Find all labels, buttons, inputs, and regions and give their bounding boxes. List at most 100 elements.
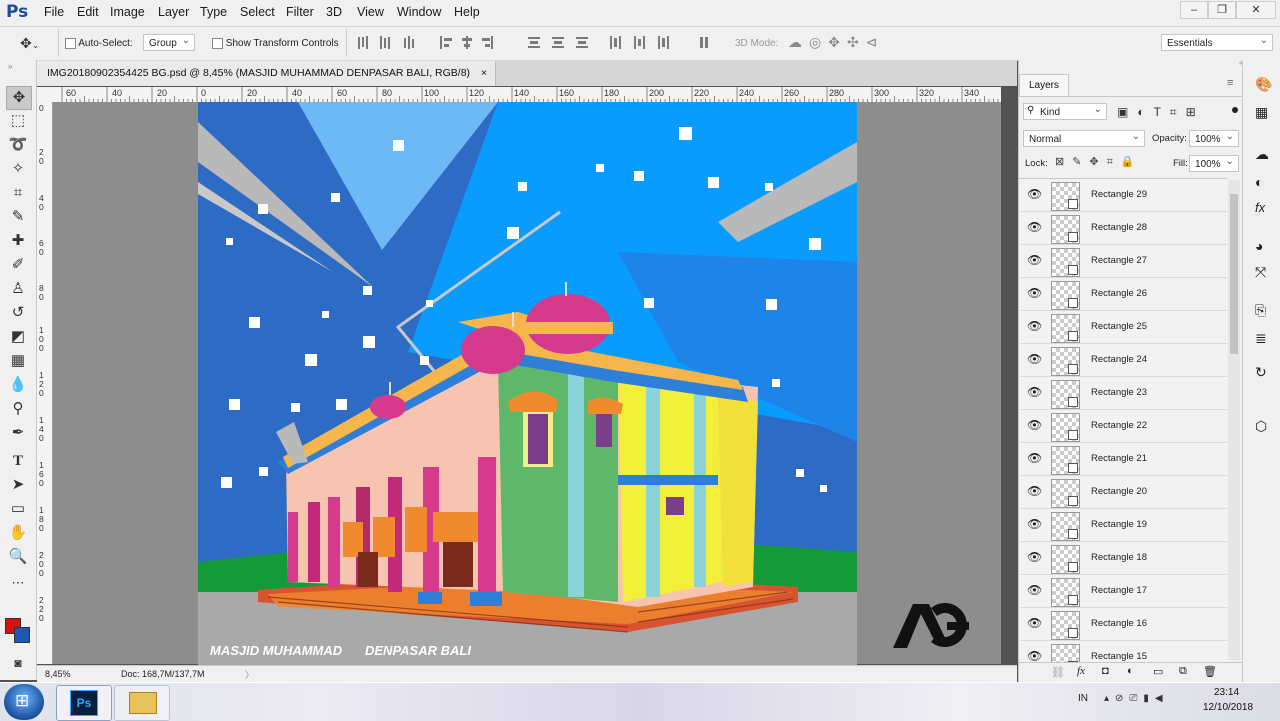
visibility-eye-icon[interactable]: 👁 — [1027, 484, 1042, 498]
lock-icons[interactable]: ⊠✎✥⌗🔒 — [1055, 155, 1143, 169]
layer-row[interactable]: 👁 Rectangle 16 — [1021, 608, 1227, 641]
background-color-swatch[interactable] — [14, 627, 30, 643]
layer-row[interactable]: 👁 Rectangle 29 — [1021, 179, 1227, 212]
layer-filter-icons[interactable]: ▣◐T⌗⊞ — [1117, 105, 1205, 120]
channels-icon[interactable]: ◕ — [1255, 238, 1263, 254]
mask-icon[interactable]: ◘ — [1102, 665, 1109, 677]
libraries-icon[interactable]: ☁ — [1255, 146, 1269, 163]
styles-icon[interactable]: fx — [1255, 200, 1265, 215]
folder-icon[interactable]: ▭ — [1153, 665, 1163, 678]
layers-tab[interactable]: Layers — [1019, 74, 1070, 97]
align-icons[interactable] — [358, 36, 718, 50]
layer-row[interactable]: 👁 Rectangle 18 — [1021, 542, 1227, 575]
opacity-input[interactable]: 100% — [1189, 128, 1239, 147]
brush-tool[interactable]: ✐ — [6, 254, 30, 276]
visibility-eye-icon[interactable]: 👁 — [1027, 451, 1042, 465]
tray-icons[interactable]: ▴⊘⎚▮◀ — [1104, 693, 1169, 704]
visibility-eye-icon[interactable]: 👁 — [1027, 550, 1042, 564]
trash-icon[interactable]: 🗑 — [1203, 665, 1217, 678]
eraser-tool[interactable]: ◩ — [6, 326, 30, 348]
path-selection-tool[interactable]: ➤ — [6, 474, 30, 496]
layer-row[interactable]: 👁 Rectangle 25 — [1021, 311, 1227, 344]
visibility-eye-icon[interactable]: 👁 — [1027, 286, 1042, 300]
crop-tool[interactable]: ⌗ — [6, 182, 30, 204]
color-icon[interactable]: 🎨 — [1255, 76, 1272, 93]
fill-input[interactable]: 100% — [1189, 153, 1239, 172]
visibility-eye-icon[interactable]: 👁 — [1027, 385, 1042, 399]
hand-tool[interactable]: ✋ — [6, 522, 30, 544]
collapse-icon[interactable]: » — [8, 62, 12, 71]
layer-filter-dropdown[interactable]: Kind — [1023, 101, 1107, 120]
clock-date[interactable]: 12/10/2018 — [1203, 702, 1253, 713]
workspace-dropdown[interactable]: Essentials — [1161, 32, 1273, 51]
taskbar-photoshop-button[interactable]: Ps — [56, 685, 112, 721]
visibility-eye-icon[interactable]: 👁 — [1027, 319, 1042, 333]
menu-select[interactable]: Select — [240, 5, 275, 19]
menu-image[interactable]: Image — [110, 5, 145, 19]
3d-icon[interactable]: ⬡ — [1255, 418, 1267, 435]
healing-brush-tool[interactable]: ✚ — [6, 230, 30, 252]
type-tool[interactable]: T — [6, 450, 30, 472]
document-tab[interactable]: IMG20180902354425 BG.psd @ 8,45% (MASJID… — [37, 61, 497, 86]
close-window-button[interactable]: ✕ — [1236, 1, 1276, 19]
panel-collapse-icon[interactable]: « — [1019, 60, 1247, 68]
swatches-icon[interactable]: ▦ — [1255, 104, 1268, 121]
status-menu-arrow-icon[interactable]: 〉 — [245, 668, 254, 681]
panel-menu-icon[interactable]: ≡ — [1227, 77, 1233, 89]
layer-row[interactable]: 👁 Rectangle 22 — [1021, 410, 1227, 443]
start-button[interactable]: ⊞ — [4, 684, 44, 720]
move-tool-icon[interactable]: ✥⌄ — [20, 35, 39, 52]
gradient-tool[interactable]: ▦ — [6, 350, 30, 372]
layer-row[interactable]: 👁 Rectangle 26 — [1021, 278, 1227, 311]
menu-file[interactable]: File — [44, 5, 64, 19]
paths-icon[interactable]: ⤧ — [1255, 264, 1266, 281]
show-transform-controls-checkbox[interactable]: Show Transform Controls — [212, 38, 339, 49]
visibility-eye-icon[interactable]: 👁 — [1027, 187, 1042, 201]
menu-filter[interactable]: Filter — [286, 5, 314, 19]
adjustments-icon[interactable]: ◐ — [1255, 174, 1263, 190]
menu-layer[interactable]: Layer — [158, 5, 189, 19]
visibility-eye-icon[interactable]: 👁 — [1027, 517, 1042, 531]
restore-button[interactable]: ❐ — [1208, 1, 1236, 19]
menu-window[interactable]: Window — [397, 5, 441, 19]
lasso-tool[interactable]: ➰ — [6, 134, 30, 156]
visibility-eye-icon[interactable]: 👁 — [1027, 649, 1042, 663]
menu-edit[interactable]: Edit — [77, 5, 99, 19]
visibility-eye-icon[interactable]: 👁 — [1027, 352, 1042, 366]
pen-tool[interactable]: ✒ — [6, 422, 30, 444]
link-icon[interactable]: ⛓ — [1051, 666, 1065, 679]
minimize-button[interactable]: – — [1180, 1, 1208, 19]
layer-row[interactable]: 👁 Rectangle 28 — [1021, 212, 1227, 245]
input-language[interactable]: IN — [1078, 693, 1088, 704]
magic-wand-tool[interactable]: ✧ — [6, 158, 30, 180]
close-tab-icon[interactable]: × — [481, 67, 487, 79]
auto-select-checkbox[interactable]: Auto-Select: — [65, 38, 133, 49]
layer-row[interactable]: 👁 Rectangle 23 — [1021, 377, 1227, 410]
layer-row[interactable]: 👁 Rectangle 17 — [1021, 575, 1227, 608]
dodge-tool[interactable]: ⚲ — [6, 398, 30, 420]
visibility-eye-icon[interactable]: 👁 — [1027, 583, 1042, 597]
layer-row[interactable]: 👁 Rectangle 21 — [1021, 443, 1227, 476]
marquee-tool[interactable]: ⬚ — [6, 110, 30, 132]
menu-type[interactable]: Type — [200, 5, 227, 19]
adjustment-icon[interactable]: ◐ — [1127, 665, 1134, 677]
layers-scrollbar[interactable] — [1228, 180, 1240, 660]
rectangle-tool[interactable]: ▭ — [6, 498, 30, 520]
layer-row[interactable]: 👁 Rectangle 27 — [1021, 245, 1227, 278]
clock-time[interactable]: 23:14 — [1214, 687, 1239, 698]
menu-3d[interactable]: 3D — [326, 5, 342, 19]
layer-row[interactable]: 👁 Rectangle 24 — [1021, 344, 1227, 377]
eyedropper-tool[interactable]: ✎ — [6, 206, 30, 228]
auto-select-dropdown[interactable]: Group — [143, 32, 195, 51]
menu-view[interactable]: View — [357, 5, 384, 19]
menu-help[interactable]: Help — [454, 5, 480, 19]
layer-row[interactable]: 👁 Rectangle 15 — [1021, 641, 1227, 663]
blend-mode-dropdown[interactable]: Normal — [1023, 128, 1145, 147]
layer-row[interactable]: 👁 Rectangle 19 — [1021, 509, 1227, 542]
more-tools-icon[interactable]: ⋯ — [6, 572, 30, 594]
3d-mode-icons[interactable]: ☁◎✥✣⊲ — [788, 34, 884, 51]
filter-toggle-icon[interactable] — [1232, 107, 1238, 113]
new-layer-icon[interactable]: ⧉ — [1179, 665, 1187, 678]
clone-stamp-tool[interactable]: ♙ — [6, 278, 30, 300]
zoom-tool[interactable]: 🔍 — [6, 546, 30, 568]
